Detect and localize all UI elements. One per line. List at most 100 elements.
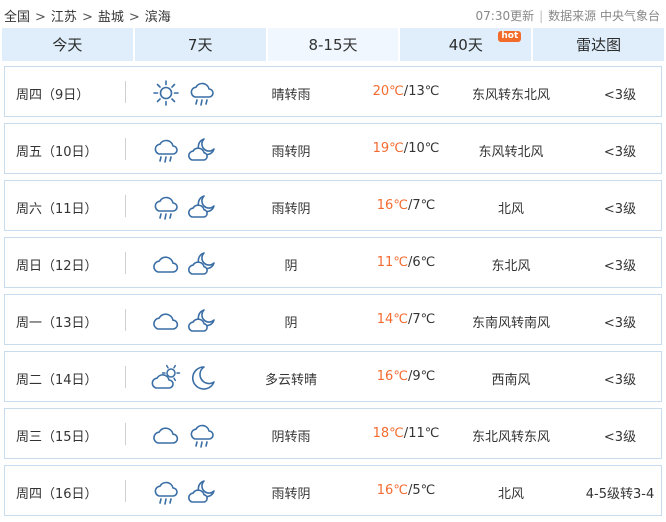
cloud-rain-icon [154, 196, 178, 220]
tab-label: 今天 [52, 36, 83, 54]
weather-condition: 雨转阴 [271, 145, 311, 160]
forecast-row: 周四（16日） 雨转阴 16℃/5℃ 北风 4-5级转3-4 [4, 465, 662, 516]
forecast-row: 周三（15日） 阴转雨 18℃/11℃ 东北风转东风 <3级 [4, 408, 662, 459]
high-temperature: 20℃ [372, 84, 404, 99]
low-temperature: 10℃ [408, 141, 440, 156]
column-divider [125, 423, 126, 445]
forecast-row: 周五（10日） 雨转阴 19℃/10℃ 东风转北风 <3级 [4, 123, 662, 174]
cloudy-icon [153, 427, 179, 444]
cloud-rain-icon [154, 481, 178, 505]
column-divider [125, 252, 126, 274]
wind-level: <3级 [603, 373, 637, 388]
weather-icons [151, 306, 221, 336]
column-divider [125, 480, 126, 502]
weather-condition: 雨转阴 [271, 487, 311, 502]
high-temperature: 14℃ [376, 312, 408, 327]
weather-icons [151, 78, 221, 108]
tab-radar[interactable]: 雷达图 [533, 28, 664, 61]
breadcrumb-item-country[interactable]: 全国 [4, 10, 30, 25]
cloud-moon-icon [188, 480, 215, 503]
tab-8-15-days[interactable]: 8-15天 [267, 28, 399, 61]
column-divider [125, 138, 126, 160]
wind-direction: 东北风 [491, 259, 531, 274]
wind-level: <3级 [603, 88, 637, 103]
forecast-day: 周三（15日） [16, 430, 98, 445]
cloud-moon-icon [188, 252, 215, 275]
tab-7-days[interactable]: 7天 [134, 28, 266, 61]
tab-label: 40天 [448, 36, 483, 54]
tab-label: 8-15天 [308, 36, 358, 54]
cloud-rain-icon [190, 82, 214, 106]
wind-level: <3级 [603, 316, 637, 331]
cloudy-icon [153, 313, 179, 330]
weather-condition: 晴转雨 [271, 88, 311, 103]
cloud-moon-icon [188, 195, 215, 218]
weather-condition: 阴 [284, 259, 298, 274]
forecast-day: 周一（13日） [16, 316, 98, 331]
low-temperature: 11℃ [408, 426, 440, 441]
high-temperature: 16℃ [376, 483, 408, 498]
cloud-rain-icon [190, 424, 214, 448]
weather-condition: 阴转雨 [271, 430, 311, 445]
forecast-day: 周二（14日） [16, 373, 98, 388]
wind-direction: 东南风转南风 [471, 316, 550, 331]
update-info: 07:30更新 | 数据来源 中央气象台 [476, 7, 660, 24]
breadcrumb-item-city[interactable]: 盐城 [98, 10, 124, 25]
forecast-row: 周一（13日）阴 14℃/7℃ 东南风转南风 <3级 [4, 294, 662, 345]
breadcrumb-separator: > [35, 10, 46, 25]
high-temperature: 18℃ [372, 426, 404, 441]
wind-direction: 东北风转东风 [471, 430, 550, 445]
forecast-day: 周日（12日） [16, 259, 98, 274]
wind-level: <3级 [603, 259, 637, 274]
tab-today[interactable]: 今天 [2, 28, 133, 61]
forecast-day: 周四（9日） [16, 88, 90, 103]
forecast-row: 周四（9日） 晴转雨 20℃/13℃ 东风转东北风 <3级 [4, 66, 662, 117]
wind-level: <3级 [603, 202, 637, 217]
low-temperature: 7℃ [412, 312, 436, 327]
breadcrumb: 全国 > 江苏 > 盐城 > 滨海 [4, 6, 171, 25]
high-temperature: 19℃ [372, 141, 404, 156]
breadcrumb-item-province[interactable]: 江苏 [51, 10, 77, 25]
weather-icons [151, 249, 221, 279]
tab-label: 7天 [187, 36, 213, 54]
top-bar: 全国 > 江苏 > 盐城 > 滨海 07:30更新 | 数据来源 中央气象台 [0, 0, 666, 28]
weather-condition: 雨转阴 [271, 202, 311, 217]
breadcrumb-item-county: 滨海 [144, 10, 171, 25]
forecast-day: 周四（16日） [16, 487, 98, 502]
divider: | [539, 9, 544, 23]
high-temperature: 11℃ [376, 255, 408, 270]
cloud-moon-icon [188, 138, 215, 161]
partly-cloudy-icon [151, 364, 181, 389]
forecast-tabs: 今天 7天 8-15天 40天 hot 雷达图 [2, 28, 664, 61]
column-divider [125, 195, 126, 217]
wind-level: 4-5级转3-4 [585, 487, 655, 502]
wind-level: <3级 [603, 145, 637, 160]
breadcrumb-separator: > [81, 10, 93, 25]
weather-icons [151, 477, 221, 507]
column-divider [125, 366, 126, 388]
moon-icon [192, 366, 215, 390]
wind-direction: 东风转东北风 [471, 88, 550, 103]
forecast-day: 周五（10日） [16, 145, 98, 160]
tab-40-days[interactable]: 40天 hot [400, 28, 532, 61]
column-divider [125, 309, 126, 331]
weather-condition: 阴 [284, 316, 298, 331]
forecast-row: 周日（12日）阴 11℃/6℃ 东北风 <3级 [4, 237, 662, 288]
cloud-rain-icon [154, 139, 178, 163]
hot-badge: hot [498, 31, 522, 42]
weather-condition: 多云转晴 [264, 373, 317, 388]
wind-direction: 西南风 [491, 373, 531, 388]
update-time: 07:30更新 [475, 9, 535, 23]
sun-icon [153, 80, 179, 106]
cloudy-icon [153, 256, 179, 273]
low-temperature: 5℃ [412, 483, 436, 498]
breadcrumb-separator: > [128, 10, 140, 25]
wind-direction: 东风转北风 [478, 145, 544, 160]
data-source: 数据来源 中央气象台 [548, 9, 660, 23]
weather-icons [151, 420, 221, 450]
column-divider [125, 81, 126, 103]
weather-icons [151, 192, 221, 222]
forecast-row: 周二（14日） 多云转晴 16℃/9℃ 西南风 <3级 [4, 351, 662, 402]
forecast-row: 周六（11日） 雨转阴 16℃/7℃ 北风 <3级 [4, 180, 662, 231]
forecast-day: 周六（11日） [16, 202, 98, 217]
